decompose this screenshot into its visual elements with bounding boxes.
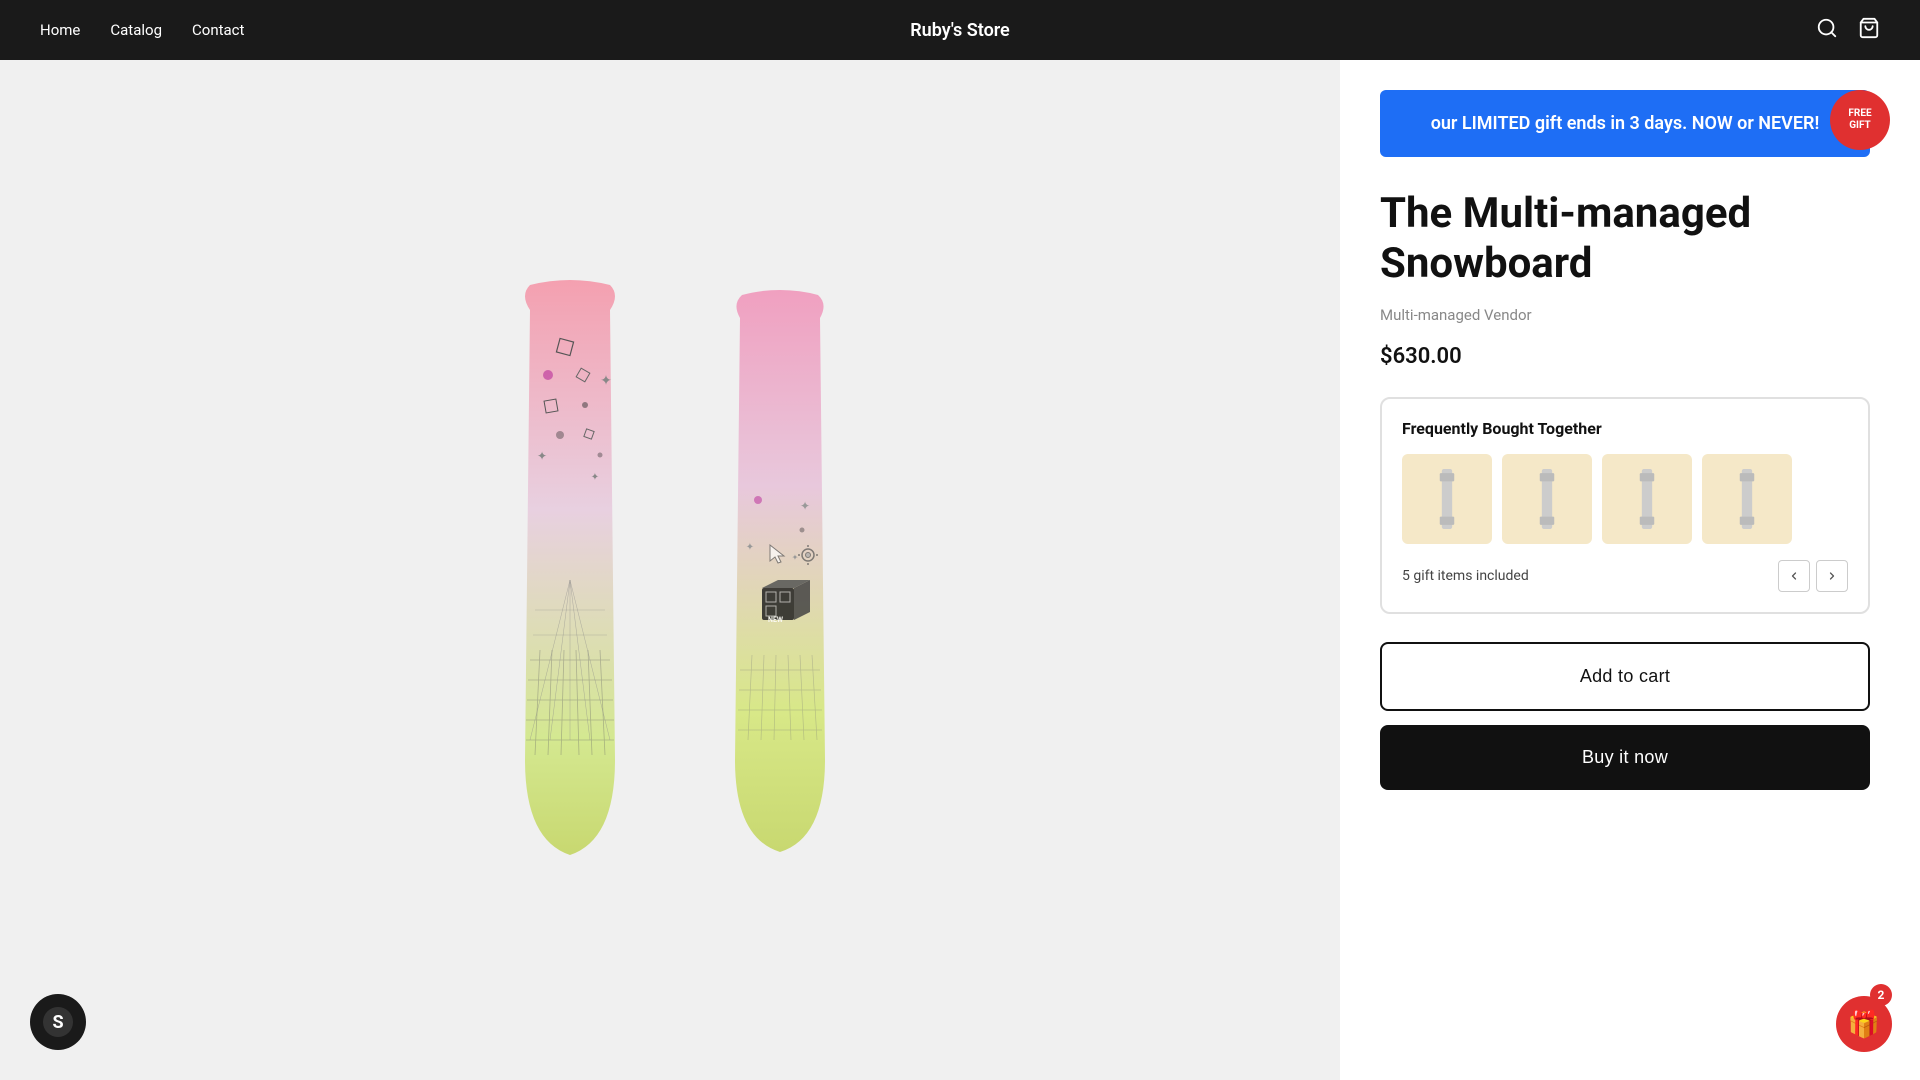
- nav-home[interactable]: Home: [40, 21, 80, 39]
- store-title: Ruby's Store: [910, 20, 1010, 41]
- svg-text:✦: ✦: [537, 449, 547, 463]
- svg-text:✦: ✦: [800, 499, 810, 513]
- snowboard-image-right: NEW ✦: [690, 290, 870, 860]
- fbt-item-4-svg: [1727, 469, 1767, 529]
- product-title: The Multi-managed Snowboard: [1380, 189, 1870, 290]
- site-header: Home Catalog Contact Ruby's Store: [0, 0, 1920, 60]
- chevron-right-icon: [1826, 570, 1838, 582]
- free-gift-badge: FREE GIFT: [1830, 90, 1890, 150]
- nav-catalog[interactable]: Catalog: [110, 21, 162, 39]
- frequently-bought-together: Frequently Bought Together: [1380, 397, 1870, 614]
- svg-text:✦: ✦: [792, 553, 799, 562]
- fbt-next-button[interactable]: [1816, 560, 1848, 592]
- snowboard-left-svg: ✦ ✦ ✦: [470, 280, 670, 860]
- main-nav: Home Catalog Contact: [40, 21, 244, 39]
- cart-icon: [1858, 17, 1880, 39]
- main-layout: ✦ ✦ ✦: [0, 60, 1920, 1080]
- snowboard-images: ✦ ✦ ✦: [470, 280, 870, 860]
- product-price: $630.00: [1380, 344, 1870, 369]
- fbt-navigation: [1778, 560, 1848, 592]
- gift-count-badge: 2: [1870, 984, 1892, 1006]
- fbt-item-2[interactable]: [1502, 454, 1592, 544]
- svg-text:S: S: [52, 1012, 63, 1033]
- product-gallery: ✦ ✦ ✦: [0, 60, 1340, 1080]
- limited-offer-text: our LIMITED gift ends in 3 days. NOW or …: [1431, 113, 1820, 134]
- free-gift-badge-line1: FREE: [1848, 108, 1871, 120]
- svg-text:✦: ✦: [600, 373, 612, 389]
- chevron-left-icon: [1788, 570, 1800, 582]
- free-gift-badge-line2: GIFT: [1849, 120, 1871, 132]
- fbt-item-3[interactable]: [1602, 454, 1692, 544]
- snowboard-image-left: ✦ ✦ ✦: [470, 280, 670, 860]
- fbt-item-1[interactable]: [1402, 454, 1492, 544]
- fbt-item-4[interactable]: [1702, 454, 1792, 544]
- fbt-title: Frequently Bought Together: [1402, 419, 1848, 438]
- svg-text:✦: ✦: [591, 472, 599, 483]
- fbt-item-2-svg: [1527, 469, 1567, 529]
- limited-offer-banner: our LIMITED gift ends in 3 days. NOW or …: [1380, 90, 1870, 157]
- vendor-name: Multi-managed Vendor: [1380, 306, 1870, 324]
- header-actions: [1816, 17, 1880, 43]
- shopify-badge[interactable]: S: [30, 994, 86, 1050]
- fbt-item-1-svg: [1427, 469, 1467, 529]
- product-details-panel: FREE GIFT our LIMITED gift ends in 3 day…: [1340, 60, 1920, 1080]
- fbt-item-3-svg: [1627, 469, 1667, 529]
- fbt-prev-button[interactable]: [1778, 560, 1810, 592]
- gift-widget: 2 🎁: [1836, 984, 1892, 1052]
- fbt-footer: 5 gift items included: [1402, 560, 1848, 592]
- add-to-cart-button[interactable]: Add to cart: [1380, 642, 1870, 711]
- svg-text:NEW: NEW: [768, 616, 784, 624]
- buy-now-button[interactable]: Buy it now: [1380, 725, 1870, 790]
- search-icon: [1816, 17, 1838, 39]
- shopify-icon: S: [42, 1006, 74, 1038]
- svg-text:✦: ✦: [746, 542, 754, 553]
- gift-icon: 🎁: [1848, 1009, 1880, 1040]
- fbt-items-list: [1402, 454, 1848, 544]
- cart-button[interactable]: [1858, 17, 1880, 43]
- search-button[interactable]: [1816, 17, 1838, 43]
- nav-contact[interactable]: Contact: [192, 21, 244, 39]
- fbt-items-count: 5 gift items included: [1402, 568, 1529, 584]
- snowboard-right-svg: NEW ✦: [690, 290, 870, 860]
